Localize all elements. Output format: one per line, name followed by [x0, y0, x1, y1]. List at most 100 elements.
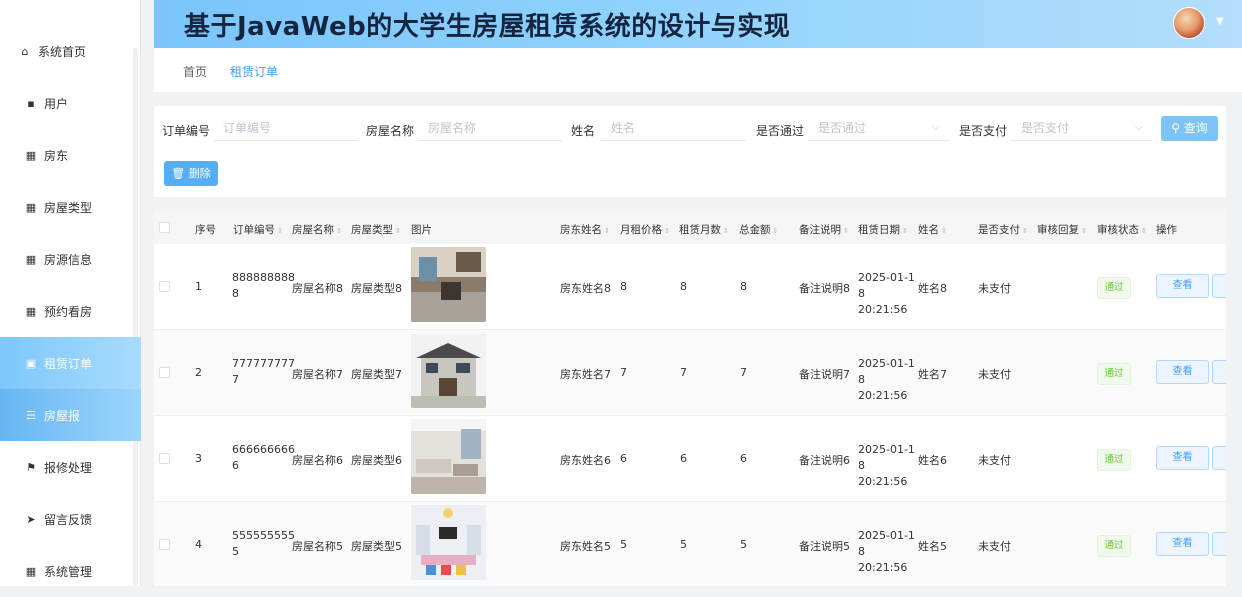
grid-icon: ▦: [25, 200, 37, 214]
col-months[interactable]: 租赁月数 ⇕: [679, 222, 729, 237]
house-name-input[interactable]: 房屋名称: [418, 115, 563, 141]
sidebar-item-label: 房东: [44, 148, 69, 163]
view-button[interactable]: 查看: [1156, 360, 1209, 384]
row-checkbox[interactable]: [159, 367, 170, 378]
cell-date: 2025-01-1 8 20:21:56: [858, 357, 915, 402]
house-image[interactable]: [411, 419, 486, 494]
breadcrumb-current: 租赁订单: [230, 65, 279, 79]
col-paid[interactable]: 是否支付 ⇕: [978, 222, 1028, 237]
more-button[interactable]: [1212, 532, 1226, 556]
chevron-down-icon[interactable]: ▼: [1216, 16, 1224, 27]
more-button[interactable]: [1212, 446, 1226, 470]
col-landlord[interactable]: 房东姓名 ⇕: [560, 222, 610, 237]
cell-rent: 7: [620, 366, 627, 379]
breadcrumb-home[interactable]: 首页: [183, 63, 207, 80]
cell-house-type: 房屋类型7: [351, 368, 402, 381]
sidebar-item-house-type[interactable]: ▦ 房屋类型: [0, 181, 141, 233]
cell-months: 8: [680, 280, 687, 293]
order-no-input[interactable]: 订单编号: [213, 115, 358, 141]
status-badge: 通过: [1097, 449, 1131, 471]
cell-house-type: 房屋类型6: [351, 454, 402, 467]
sidebar-item-system[interactable]: ▦ 系统管理: [0, 545, 141, 597]
status-badge: 通过: [1097, 535, 1131, 557]
col-name[interactable]: 姓名 ⇕: [918, 222, 947, 237]
row-checkbox[interactable]: [159, 453, 170, 464]
cell-house-name: 房屋名称7: [292, 368, 343, 381]
avatar[interactable]: [1173, 7, 1205, 39]
sort-icon: ⇕: [1022, 227, 1028, 235]
status-badge: 通过: [1097, 277, 1131, 299]
cell-landlord: 房东姓名8: [560, 282, 611, 295]
col-reply[interactable]: 审核回复 ⇕: [1037, 222, 1087, 237]
delete-button[interactable]: 🗑 删除: [164, 161, 218, 186]
cell-order-no: 666666666 6: [232, 443, 295, 472]
cell-house-type: 房屋类型8: [351, 282, 402, 295]
select-all-checkbox[interactable]: [159, 222, 170, 233]
sidebar-item-label: 报修处理: [44, 460, 93, 475]
cell-name: 姓名7: [918, 368, 947, 381]
status-badge: 通过: [1097, 363, 1131, 385]
sidebar-item-landlord[interactable]: ▦ 房东: [0, 129, 141, 181]
view-button[interactable]: 查看: [1156, 274, 1209, 298]
col-status[interactable]: 审核状态 ⇕: [1097, 222, 1147, 237]
col-order-no[interactable]: 订单编号 ⇕: [233, 222, 283, 237]
table-row: 1 888888888 8 房屋名称8 房屋类型8 房东姓名8 8 8 8 备注…: [154, 244, 1226, 330]
cell-paid: 未支付: [978, 368, 1011, 381]
cell-months: 5: [680, 538, 687, 551]
cell-paid: 未支付: [978, 540, 1011, 553]
cell-total: 7: [740, 366, 747, 379]
cell-landlord: 房东姓名7: [560, 368, 611, 381]
house-image[interactable]: [411, 505, 486, 580]
sort-icon: ⇕: [902, 227, 908, 235]
sort-icon: ⇕: [395, 227, 401, 235]
sidebar-item-label: 系统管理: [44, 564, 93, 579]
cell-name: 姓名5: [918, 540, 947, 553]
sidebar-item-repair[interactable]: ⚑ 报修处理: [0, 441, 141, 493]
cell-name: 姓名6: [918, 454, 947, 467]
cell-house-name: 房屋名称8: [292, 282, 343, 295]
cell-house-name: 房屋名称5: [292, 540, 343, 553]
sidebar-item-house-report[interactable]: ☰ 房屋报: [0, 389, 141, 441]
sidebar-item-orders[interactable]: ▣ 租赁订单: [0, 337, 141, 389]
sidebar-item-home[interactable]: ⌂ 系统首页: [0, 25, 141, 77]
table-row: 3 666666666 6 房屋名称6 房屋类型6 房东姓名6 6 6 6 备注…: [154, 416, 1226, 502]
more-button[interactable]: [1212, 274, 1226, 298]
briefcase-icon: ▣: [25, 356, 37, 370]
row-checkbox[interactable]: [159, 281, 170, 292]
approved-select[interactable]: 是否通过: [808, 115, 949, 141]
view-button[interactable]: 查看: [1156, 446, 1209, 470]
sidebar-item-users[interactable]: ▪ 用户: [0, 77, 141, 129]
grid-icon: ▦: [25, 148, 37, 162]
col-rent[interactable]: 月租价格 ⇕: [620, 222, 670, 237]
grid-icon: ▦: [25, 252, 37, 266]
col-remark[interactable]: 备注说明 ⇕: [799, 222, 849, 237]
sidebar-item-viewing[interactable]: ▦ 预约看房: [0, 285, 141, 337]
user-icon: ▪: [27, 96, 35, 110]
table-row: 2 777777777 7 房屋名称7 房屋类型7 房东姓名7 7 7 7 备注…: [154, 330, 1226, 416]
name-input[interactable]: 姓名: [601, 115, 746, 141]
cell-paid: 未支付: [978, 454, 1011, 467]
sidebar-item-feedback[interactable]: ➤ 留言反馈: [0, 493, 141, 545]
search-panel: 订单编号 订单编号 房屋名称 房屋名称 姓名 姓名 是否通过 是否通过 ⌵ 是否…: [154, 106, 1226, 197]
sidebar-item-listings[interactable]: ▦ 房源信息: [0, 233, 141, 285]
cell-index: 2: [195, 366, 202, 379]
more-button[interactable]: [1212, 360, 1226, 384]
cell-remark: 备注说明8: [799, 282, 850, 295]
row-checkbox[interactable]: [159, 539, 170, 550]
house-image[interactable]: [411, 333, 486, 408]
query-button[interactable]: ⚲ 查询: [1161, 116, 1218, 141]
sidebar-item-label: 房屋类型: [44, 200, 93, 215]
view-button[interactable]: 查看: [1156, 532, 1209, 556]
breadcrumb: 首页 租赁订单: [154, 48, 1242, 92]
cell-date: 2025-01-1 8 20:21:56: [858, 443, 915, 488]
col-house-type[interactable]: 房屋类型 ⇕: [351, 222, 401, 237]
col-date[interactable]: 租赁日期 ⇕: [858, 222, 908, 237]
cell-rent: 6: [620, 452, 627, 465]
house-image[interactable]: [411, 247, 486, 322]
col-house-name[interactable]: 房屋名称 ⇕: [292, 222, 342, 237]
col-total[interactable]: 总金额 ⇕: [739, 222, 778, 237]
paid-select[interactable]: 是否支付: [1011, 115, 1152, 141]
cell-order-no: 777777777 7: [232, 357, 295, 386]
sidebar-item-label: 留言反馈: [44, 512, 93, 527]
cell-landlord: 房东姓名5: [560, 540, 611, 553]
